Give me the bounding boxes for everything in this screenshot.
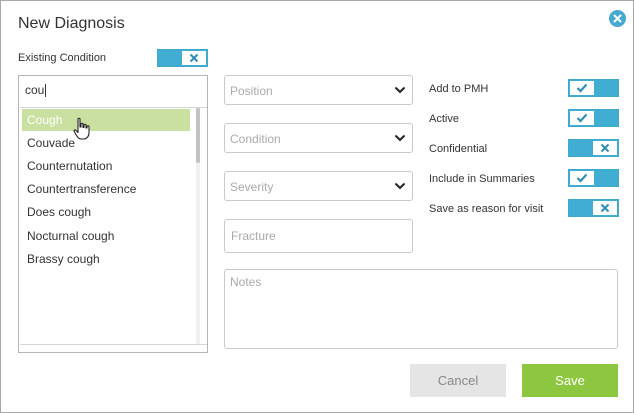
severity-placeholder: Severity [230,180,274,194]
position-select[interactable]: Position [224,75,413,105]
severity-select[interactable]: Severity [224,171,413,201]
chevron-down-icon [394,182,406,190]
cancel-button[interactable]: Cancel [410,364,506,397]
save-button[interactable]: Save [522,364,618,397]
chevron-down-icon [394,134,406,142]
active-label: Active [429,113,459,125]
diagnosis-search-input[interactable] [19,76,207,104]
search-results-list[interactable]: Cough Couvade Counternutation Countertra… [20,107,207,345]
include-in-summaries-toggle[interactable] [568,169,619,187]
save-as-reason-label: Save as reason for visit [429,203,544,215]
list-item[interactable]: Counternutation [22,155,190,177]
existing-condition-toggle[interactable] [157,49,208,67]
list-item[interactable]: Countertransference [22,178,190,200]
dialog-title: New Diagnosis [18,15,125,32]
close-icon[interactable] [609,10,626,27]
hand-pointer-icon [73,117,90,140]
chevron-down-icon [394,86,406,94]
include-in-summaries-label: Include in Summaries [429,173,535,185]
active-toggle[interactable] [568,109,619,127]
results-scrollbar[interactable] [196,108,200,344]
add-to-pmh-toggle[interactable] [568,79,619,97]
condition-select[interactable]: Condition [224,123,413,153]
add-to-pmh-label: Add to PMH [429,83,489,95]
position-placeholder: Position [230,84,273,98]
list-item[interactable]: Couvade [22,132,190,154]
x-icon [593,200,617,216]
save-as-reason-toggle[interactable] [568,199,619,217]
list-item[interactable]: Brassy cough [22,248,190,270]
confidential-label: Confidential [429,143,488,155]
list-item[interactable]: Nocturnal cough [22,225,190,247]
text-caret [45,84,46,97]
condition-placeholder: Condition [230,132,281,146]
scroll-thumb[interactable] [196,108,200,163]
checkmark-icon [570,170,594,186]
checkmark-icon [570,110,594,126]
confidential-toggle[interactable] [568,139,619,157]
checkmark-icon [570,80,594,96]
x-icon [182,50,206,66]
diagnosis-search-panel: Cough Couvade Counternutation Countertra… [18,75,208,353]
list-item[interactable]: Does cough [22,201,190,223]
notes-textarea[interactable] [224,269,618,349]
x-icon [593,140,617,156]
new-diagnosis-dialog: New Diagnosis Existing Condition Cough C… [0,0,634,413]
list-item[interactable]: Cough [22,109,190,131]
fracture-input[interactable] [224,219,413,253]
existing-condition-label: Existing Condition [18,52,107,64]
